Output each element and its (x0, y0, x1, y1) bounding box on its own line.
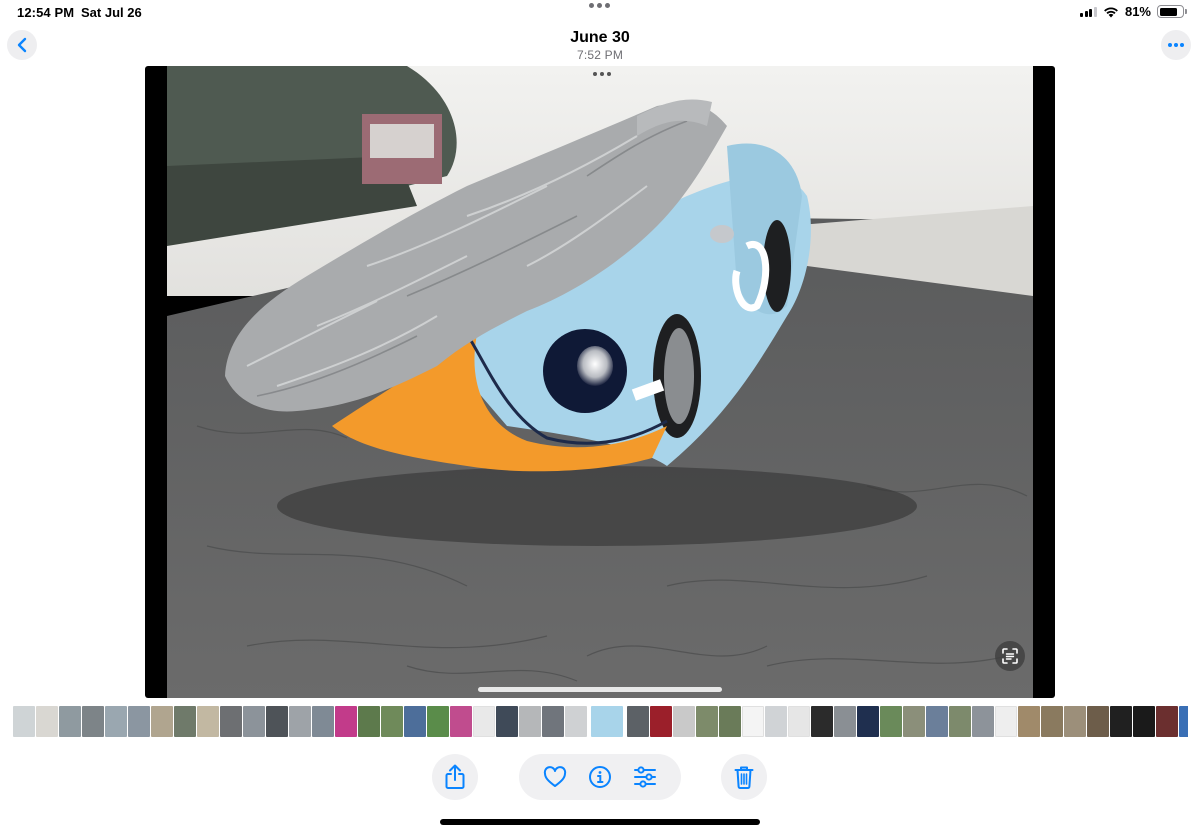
thumbnail[interactable] (811, 706, 833, 737)
status-date: Sat Jul 26 (81, 5, 142, 20)
thumbnail[interactable] (880, 706, 902, 737)
text-scan-icon (1002, 648, 1018, 664)
thumbnail[interactable] (59, 706, 81, 737)
thumbnail[interactable] (289, 706, 311, 737)
thumbnail[interactable] (381, 706, 403, 737)
ellipsis-icon (1168, 43, 1184, 47)
thumbnail[interactable] (972, 706, 994, 737)
thumbnail[interactable] (1110, 706, 1132, 737)
status-indicators: 81% (1080, 4, 1187, 19)
thumbnail[interactable] (128, 706, 150, 737)
page-title: June 30 (570, 29, 630, 46)
live-text-button[interactable] (995, 641, 1025, 671)
adjust-button[interactable] (628, 760, 662, 794)
info-button[interactable] (583, 760, 617, 794)
photo-actions-group (519, 754, 681, 800)
bottom-toolbar (0, 754, 1200, 800)
thumbnail[interactable] (1156, 706, 1178, 737)
thumbnail[interactable] (266, 706, 288, 737)
cellular-signal-icon (1080, 6, 1097, 17)
thumbnail-current[interactable] (591, 706, 623, 737)
thumbnail[interactable] (673, 706, 695, 737)
thumbnail[interactable] (565, 706, 587, 737)
thumbnail[interactable] (1018, 706, 1040, 737)
thumbnail[interactable] (627, 706, 649, 737)
thumbnail[interactable] (174, 706, 196, 737)
thumbnail[interactable] (404, 706, 426, 737)
trash-icon (734, 766, 754, 789)
thumbnail[interactable] (243, 706, 265, 737)
thumbnail[interactable] (1064, 706, 1086, 737)
thumbnail[interactable] (220, 706, 242, 737)
favorite-button[interactable] (538, 760, 572, 794)
heart-icon (544, 766, 567, 787)
battery-icon (1157, 5, 1187, 18)
thumbnail[interactable] (105, 706, 127, 737)
thumbnail[interactable] (519, 706, 541, 737)
thumbnail[interactable] (496, 706, 518, 737)
thumbnail[interactable] (857, 706, 879, 737)
thumbnail[interactable] (450, 706, 472, 737)
thumbnail[interactable] (473, 706, 495, 737)
thumbnail[interactable] (335, 706, 357, 737)
status-bar: 12:54 PM Sat Jul 26 81% (0, 0, 1200, 24)
multitasking-dots-icon[interactable] (589, 3, 610, 8)
thumbnail[interactable] (1179, 706, 1188, 737)
thumbnail[interactable] (13, 706, 35, 737)
scrub-indicator (478, 687, 722, 692)
home-indicator[interactable] (440, 819, 760, 825)
thumbnail[interactable] (1087, 706, 1109, 737)
thumbnail[interactable] (719, 706, 741, 737)
sliders-icon (633, 766, 656, 788)
thumbnail[interactable] (926, 706, 948, 737)
more-button[interactable] (1161, 30, 1191, 60)
thumbnail[interactable] (542, 706, 564, 737)
thumbnail-filmstrip[interactable] (13, 706, 1188, 738)
thumbnail[interactable] (834, 706, 856, 737)
thumbnail[interactable] (36, 706, 58, 737)
thumbnail[interactable] (788, 706, 810, 737)
status-time: 12:54 PM (17, 5, 75, 20)
wifi-icon (1104, 7, 1118, 17)
battery-percent: 81% (1124, 4, 1151, 19)
thumbnail[interactable] (1041, 706, 1063, 737)
thumbnail[interactable] (696, 706, 718, 737)
thumbnail[interactable] (742, 706, 764, 737)
info-icon (588, 766, 611, 788)
thumbnail[interactable] (197, 706, 219, 737)
thumbnail[interactable] (82, 706, 104, 737)
thumbnail[interactable] (151, 706, 173, 737)
page-subtitle: 7:52 PM (576, 48, 624, 62)
thumbnail[interactable] (650, 706, 672, 737)
share-icon (445, 764, 465, 789)
thumbnail[interactable] (1133, 706, 1155, 737)
thumbnail[interactable] (949, 706, 971, 737)
thumbnail[interactable] (427, 706, 449, 737)
thumbnail[interactable] (765, 706, 787, 737)
photo-handle-icon[interactable] (593, 72, 611, 76)
share-button[interactable] (432, 754, 478, 800)
thumbnail[interactable] (903, 706, 925, 737)
thumbnail[interactable] (312, 706, 334, 737)
thumbnail[interactable] (995, 706, 1017, 737)
thumbnail[interactable] (358, 706, 380, 737)
delete-button[interactable] (721, 754, 767, 800)
photo-viewer[interactable] (145, 66, 1055, 698)
nav-bar: June 30 7:52 PM (0, 24, 1200, 66)
photo-image[interactable] (167, 66, 1033, 698)
